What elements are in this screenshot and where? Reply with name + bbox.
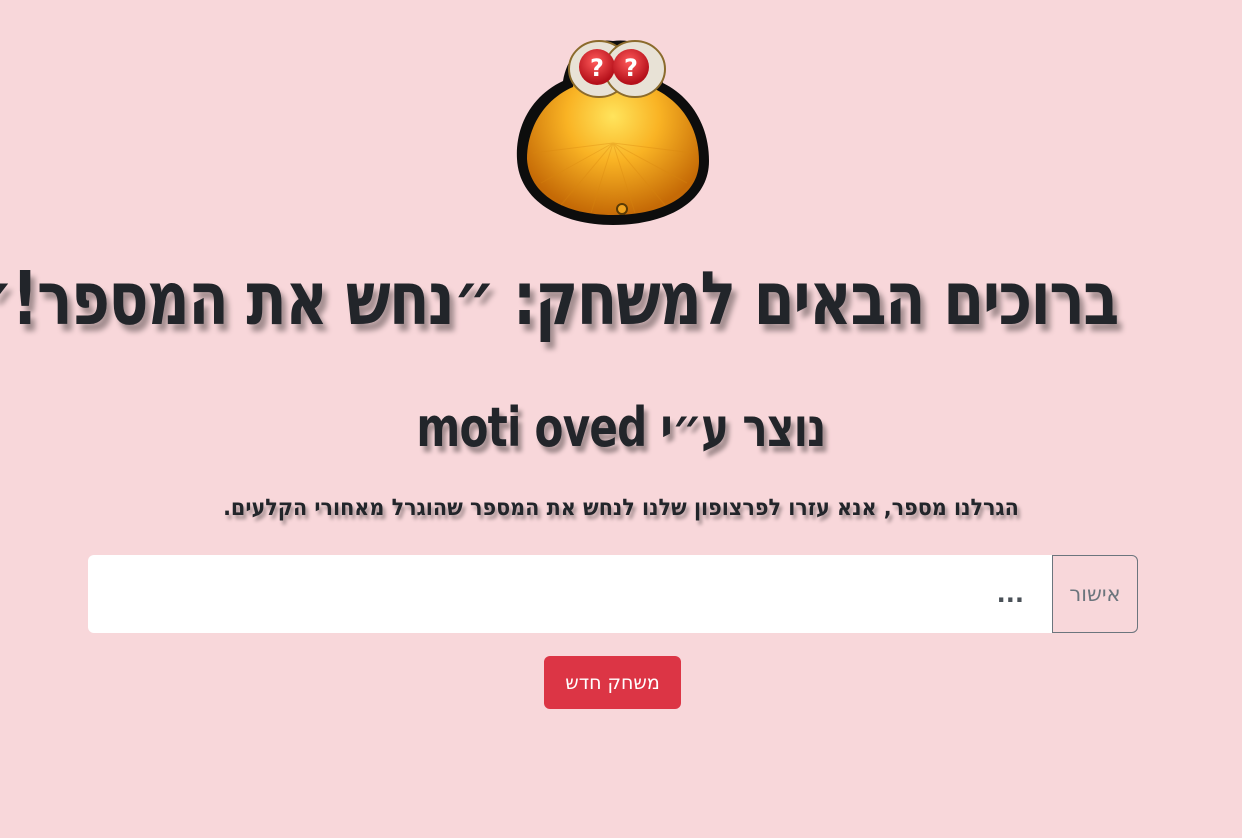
page-subtitle: נוצר ע״י moti oved [416,396,826,459]
page-title: ברוכים הבאים למשחק: ״נחש את המספר!״ [0,256,1119,342]
mascot-icon: ? ? [516,40,709,225]
guess-input[interactable] [88,555,1052,633]
confirm-button[interactable]: אישור [1052,555,1138,633]
left-eye-question-mark: ? [590,54,604,82]
instructions-text: הגרלנו מספר, אנא עזרו לפרצופון שלנו לנחש… [223,495,1019,521]
right-eye-question-mark: ? [624,54,638,82]
new-game-button[interactable]: משחק חדש [544,656,681,709]
guess-form: אישור [88,555,1138,633]
